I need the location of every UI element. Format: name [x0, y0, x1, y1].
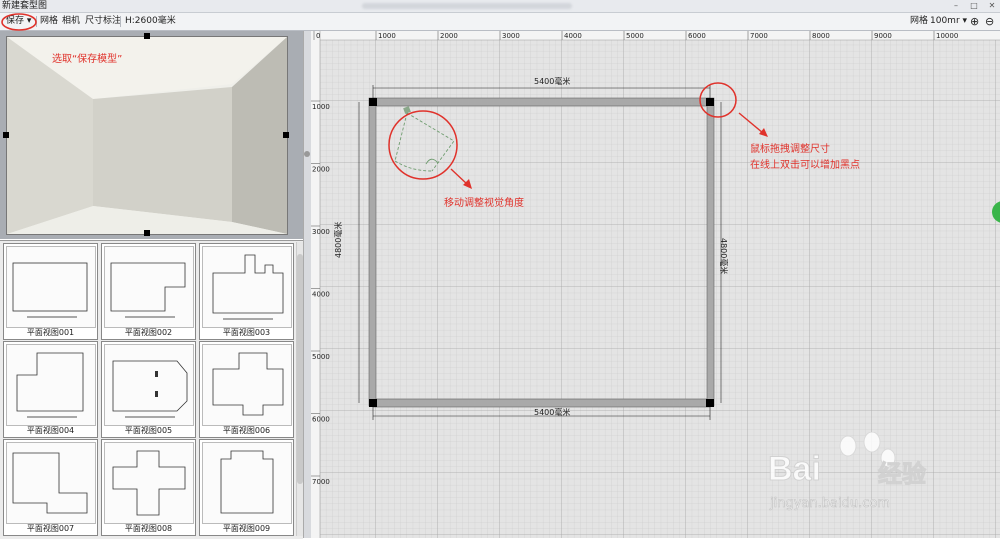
ruler-x-label: 3000	[502, 32, 520, 40]
corner-node[interactable]	[369, 98, 377, 106]
thumbnail-item[interactable]: 平面视图007	[3, 439, 98, 536]
thumbnail-caption: 平面视图007	[26, 524, 75, 533]
room-3d-view	[7, 37, 287, 234]
camera-button[interactable]: 相机	[62, 13, 80, 30]
baidu-watermark: Bai 经验 jingyan.baidu.com	[768, 432, 958, 522]
zoom-out-icon[interactable]: ⊖	[985, 13, 994, 30]
minimize-icon[interactable]: –	[948, 0, 964, 11]
toolbar: 保存 ▾ 网格 相机 尺寸标注 H:2600毫米 网格 100mr ▾ ⊕ ⊖	[0, 13, 1000, 31]
thumbnail-caption: 平面视图009	[222, 524, 271, 533]
ruler-y-label: 4000	[312, 291, 330, 299]
thumbnail-caption: 平面视图008	[124, 524, 173, 533]
thumbnail-caption: 平面视图003	[222, 328, 271, 337]
floorplan-thumbnail	[104, 344, 194, 426]
floorplan-thumbnail	[104, 442, 194, 524]
ruler-x-label: 8000	[812, 32, 830, 40]
dimension-button[interactable]: 尺寸标注	[85, 13, 121, 30]
thumbnail-caption: 平面视图002	[124, 328, 173, 337]
thumbnail-item[interactable]: 平面视图001	[3, 243, 98, 340]
floorplan-thumbnail	[104, 246, 194, 328]
ruler-y-label: 5000	[312, 353, 330, 361]
maximize-icon[interactable]: □	[966, 0, 982, 11]
resize-handle[interactable]	[144, 230, 150, 236]
thumbnail-caption: 平面视图005	[124, 426, 173, 435]
right-dimension: 4800毫米	[719, 238, 728, 275]
ruler-x-label: 1000	[378, 32, 396, 40]
resize-hint-line-2: 在线上双击可以增加黑点	[750, 160, 860, 171]
thumbnail-item[interactable]: 平面视图004	[3, 341, 98, 438]
ruler-x-label: 7000	[750, 32, 768, 40]
floorplan-thumbnail	[6, 344, 96, 426]
right-grid-label: 网格	[910, 16, 929, 26]
bottom-dimension: 5400毫米	[534, 408, 571, 417]
corner-node[interactable]	[706, 98, 714, 106]
3d-preview[interactable]	[3, 33, 289, 236]
floorplan-thumbnail	[202, 442, 292, 524]
save-hint: 选取“保存模型”	[52, 54, 123, 65]
ruler-x-label: 6000	[688, 32, 706, 40]
thumbnail-item[interactable]: 平面视图002	[101, 243, 196, 340]
corner-node[interactable]	[706, 399, 714, 407]
height-readout: H:2600毫米	[125, 16, 176, 26]
floorplan-thumbnail	[6, 442, 96, 524]
resize-handle[interactable]	[3, 132, 9, 138]
grid-size-select[interactable]: 100mr ▾	[930, 13, 967, 30]
watermark-brand: Bai	[768, 450, 822, 489]
ruler-y-label: 2000	[312, 166, 330, 174]
thumbnail-item[interactable]: 平面视图006	[199, 341, 294, 438]
thumbnail-caption: 平面视图004	[26, 426, 75, 435]
ruler-x-label: 0	[316, 32, 320, 40]
ruler-x-label: 9000	[874, 32, 892, 40]
resize-handle[interactable]	[283, 132, 289, 138]
grid-size-value: 100mr	[930, 16, 960, 26]
ruler-y-label: 7000	[312, 478, 330, 486]
left-dimension: 4800毫米	[334, 221, 343, 258]
thumbnail-item[interactable]: 平面视图009	[199, 439, 294, 536]
close-icon[interactable]: ✕	[984, 0, 1000, 11]
view-hint: 移动调整视觉角度	[444, 198, 524, 209]
watermark-url: jingyan.baidu.com	[770, 496, 891, 512]
title-bar: 新建套型图 – □ ✕	[0, 0, 1000, 13]
ruler-x-label: 4000	[564, 32, 582, 40]
ruler-x-label: 10000	[936, 32, 958, 40]
resize-handle[interactable]	[144, 33, 150, 39]
resize-hint-line-1: 鼠标拖拽调整尺寸	[750, 144, 830, 155]
watermark-brand-2: 经验	[878, 460, 927, 489]
ruler-y-label: 6000	[312, 416, 330, 424]
thumbnail-item[interactable]: 平面视图008	[101, 439, 196, 536]
zoom-in-icon[interactable]: ⊕	[970, 13, 979, 30]
title-blur	[362, 3, 572, 9]
thumbnail-item[interactable]: 平面视图005	[101, 341, 196, 438]
thumbnail-caption: 平面视图001	[26, 328, 75, 337]
floorplan-thumbnail	[6, 246, 96, 328]
corner-node[interactable]	[369, 399, 377, 407]
thumbnail-item[interactable]: 平面视图003	[199, 243, 294, 340]
ruler-x-label: 5000	[626, 32, 644, 40]
floorplan-thumbnail	[202, 344, 292, 426]
toolbar-divider	[120, 16, 121, 27]
top-dimension: 5400毫米	[534, 77, 571, 86]
thumbnail-caption: 平面视图006	[222, 426, 271, 435]
ruler-y-label: 3000	[312, 228, 330, 236]
ruler-y-label: 1000	[312, 103, 330, 111]
floorplan-thumbnail	[202, 246, 292, 328]
chevron-down-icon: ▾	[962, 16, 968, 26]
ruler-x-label: 2000	[440, 32, 458, 40]
